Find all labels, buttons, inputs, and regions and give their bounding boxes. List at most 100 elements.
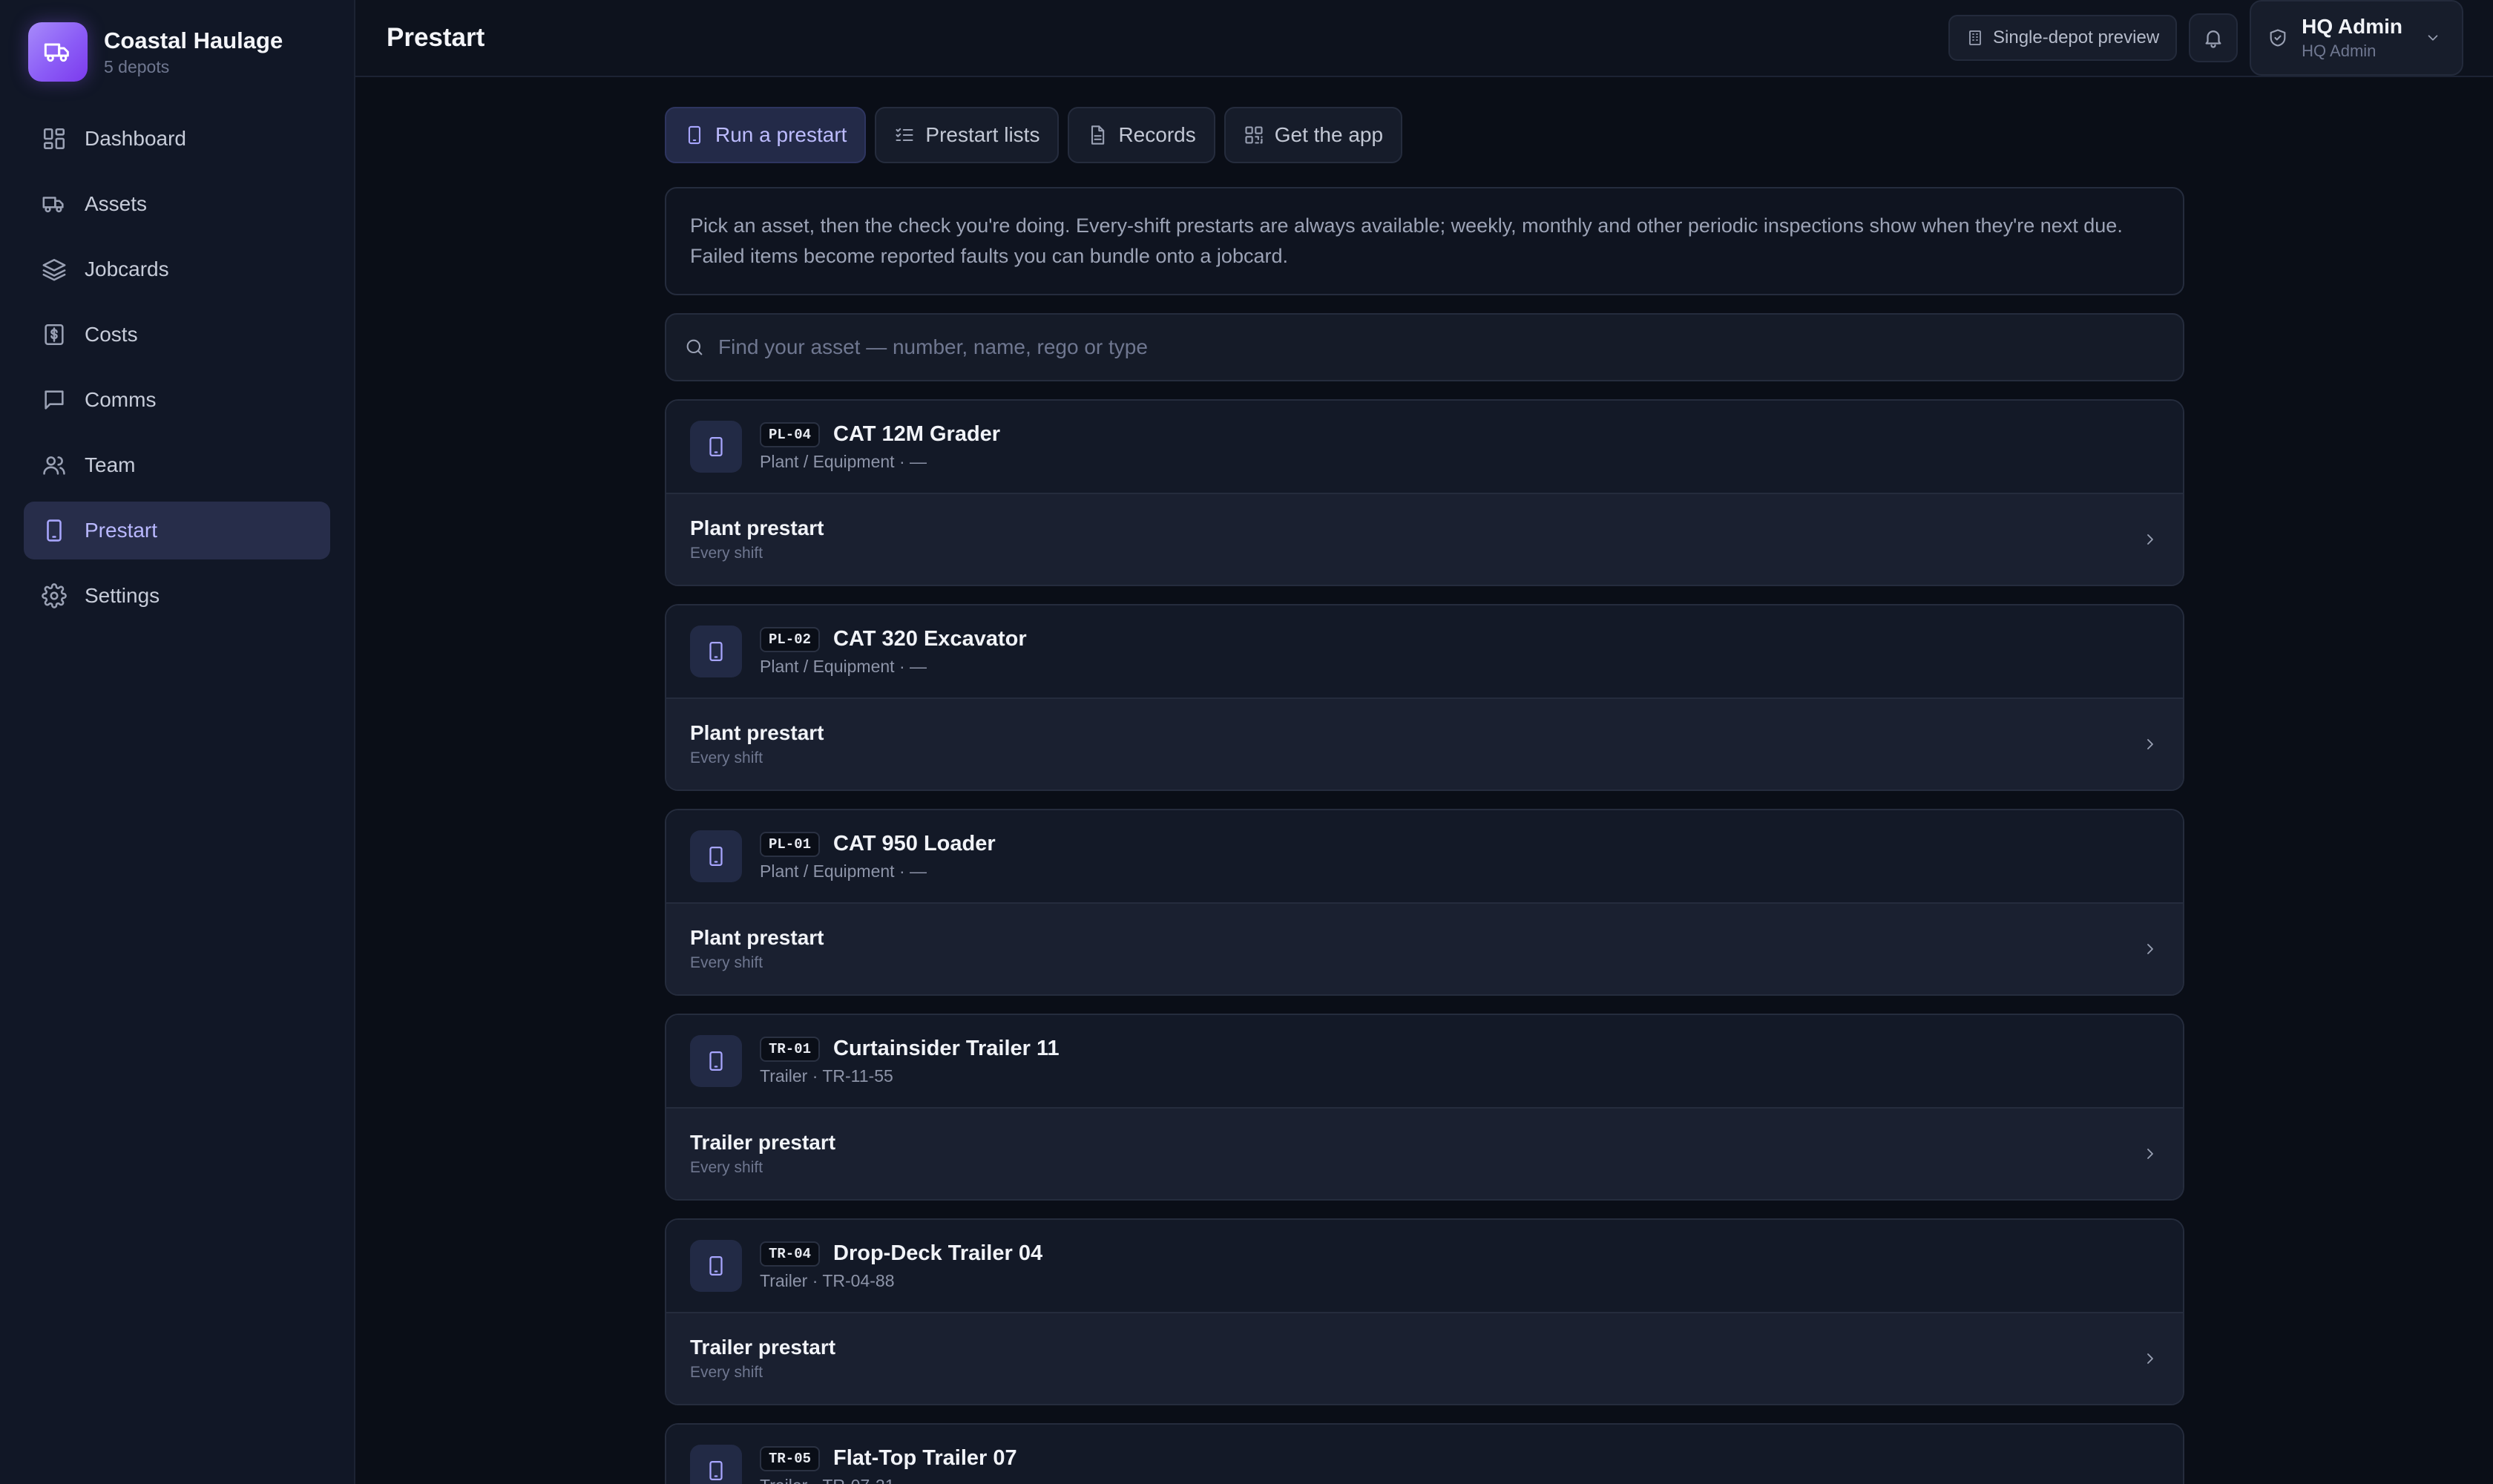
instructions-line-2: Failed items become reported faults you … bbox=[690, 245, 1288, 267]
tab-run-a-prestart[interactable]: Run a prestart bbox=[665, 107, 867, 163]
dollar-icon bbox=[45, 324, 64, 346]
sidebar-item-costs[interactable]: Costs bbox=[24, 306, 330, 364]
phone-icon bbox=[47, 519, 62, 542]
check-frequency: Every shift bbox=[690, 1364, 763, 1381]
sidebar-item-label: Costs bbox=[85, 323, 138, 346]
sidebar-nav: Dashboard Assets Jobcards Costs Comms Te… bbox=[24, 110, 330, 625]
truck-logo-icon bbox=[28, 22, 88, 82]
phone-icon bbox=[688, 125, 701, 145]
check-frequency: Every shift bbox=[690, 954, 763, 971]
check-row[interactable]: Trailer prestart Every shift bbox=[666, 1107, 2183, 1199]
tab-label: Prestart lists bbox=[925, 123, 1040, 146]
truck-icon bbox=[42, 197, 64, 213]
search-input[interactable] bbox=[718, 335, 2165, 359]
building-icon bbox=[1969, 30, 1981, 45]
bell-icon bbox=[2205, 30, 2221, 48]
asset-meta: Plant / Equipment · — bbox=[760, 861, 927, 881]
asset-meta: Plant / Equipment · — bbox=[760, 656, 927, 676]
check-name: Plant prestart bbox=[690, 721, 824, 744]
sidebar-item-label: Jobcards bbox=[85, 257, 169, 280]
company-subtitle: 5 depots bbox=[104, 57, 170, 77]
sidebar-item-assets[interactable]: Assets bbox=[24, 175, 330, 233]
company-name: Coastal Haulage bbox=[104, 27, 283, 53]
asset-card: PL-02 CAT 320 Excavator Plant / Equipmen… bbox=[665, 604, 2184, 791]
check-row[interactable]: Plant prestart Every shift bbox=[666, 697, 2183, 789]
asset-header: PL-04 CAT 12M Grader Plant / Equipment ·… bbox=[666, 401, 2183, 493]
check-row[interactable]: Plant prestart Every shift bbox=[666, 902, 2183, 994]
sidebar-item-label: Assets bbox=[85, 192, 148, 215]
asset-name: Drop-Deck Trailer 04 bbox=[833, 1241, 1043, 1265]
asset-header: PL-01 CAT 950 Loader Plant / Equipment ·… bbox=[666, 810, 2183, 902]
check-frequency: Every shift bbox=[690, 545, 763, 562]
check-row[interactable]: Plant prestart Every shift bbox=[666, 493, 2183, 585]
sidebar-item-jobcards[interactable]: Jobcards bbox=[24, 240, 330, 298]
check-name: Plant prestart bbox=[690, 516, 824, 539]
asset-code-badge: PL-01 bbox=[760, 831, 821, 857]
tab-get-the-app[interactable]: Get the app bbox=[1223, 107, 1403, 163]
asset-card: TR-01 Curtainsider Trailer 11 Trailer · … bbox=[665, 1014, 2184, 1201]
phone-icon bbox=[690, 421, 742, 473]
tab-label: Get the app bbox=[1274, 123, 1384, 146]
checklist-icon bbox=[896, 128, 913, 142]
phone-icon bbox=[690, 626, 742, 677]
qr-code-icon bbox=[1245, 126, 1263, 144]
asset-header: TR-05 Flat-Top Trailer 07 Trailer · TR-0… bbox=[666, 1425, 2183, 1484]
phone-icon bbox=[690, 1240, 742, 1292]
phone-icon bbox=[690, 1035, 742, 1087]
sidebar-item-label: Settings bbox=[85, 584, 160, 607]
asset-name: CAT 950 Loader bbox=[833, 832, 996, 856]
sidebar-item-team[interactable]: Team bbox=[24, 436, 330, 494]
asset-name: CAT 12M Grader bbox=[833, 422, 1001, 446]
sidebar-item-dashboard[interactable]: Dashboard bbox=[24, 110, 330, 168]
check-name: Trailer prestart bbox=[690, 1336, 836, 1359]
asset-code-badge: TR-04 bbox=[760, 1241, 821, 1267]
check-frequency: Every shift bbox=[690, 749, 763, 766]
phone-icon bbox=[690, 830, 742, 882]
asset-name: Curtainsider Trailer 11 bbox=[833, 1037, 1060, 1060]
gear-icon bbox=[42, 583, 67, 608]
sidebar-item-comms[interactable]: Comms bbox=[24, 371, 330, 429]
asset-list: PL-04 CAT 12M Grader Plant / Equipment ·… bbox=[665, 399, 2184, 1484]
single-depot-preview-button[interactable]: Single-depot preview bbox=[1948, 15, 2178, 61]
notifications-button[interactable] bbox=[2189, 13, 2239, 62]
user-name: HQ Admin bbox=[2302, 15, 2402, 38]
tab-prestart-lists[interactable]: Prestart lists bbox=[875, 107, 1060, 163]
preview-label: Single-depot preview bbox=[1993, 27, 2160, 47]
instructions-line-1: Pick an asset, then the check you're doi… bbox=[690, 214, 2123, 237]
check-name: Trailer prestart bbox=[690, 1131, 836, 1154]
tab-records[interactable]: Records bbox=[1068, 107, 1215, 163]
check-row[interactable]: Trailer prestart Every shift bbox=[666, 1312, 2183, 1404]
message-icon bbox=[45, 390, 64, 410]
tab-label: Run a prestart bbox=[715, 123, 847, 146]
check-name: Plant prestart bbox=[690, 926, 824, 949]
sidebar-item-prestart[interactable]: Prestart bbox=[24, 502, 330, 559]
asset-meta: Plant / Equipment · — bbox=[760, 451, 927, 471]
sidebar-item-label: Dashboard bbox=[85, 127, 186, 150]
asset-header: TR-04 Drop-Deck Trailer 04 Trailer · TR-… bbox=[666, 1220, 2183, 1312]
asset-card: PL-01 CAT 950 Loader Plant / Equipment ·… bbox=[665, 809, 2184, 996]
sidebar-item-settings[interactable]: Settings bbox=[24, 567, 330, 625]
topbar: Prestart Single-depot preview HQ Admin H… bbox=[355, 0, 2493, 77]
asset-meta: Trailer · TR-04-88 bbox=[760, 1270, 895, 1290]
chevron-right-icon bbox=[2147, 1353, 2153, 1364]
asset-name: CAT 320 Excavator bbox=[833, 627, 1027, 651]
asset-meta: Trailer · TR-07-21 bbox=[760, 1476, 1017, 1484]
sidebar: Coastal Haulage 5 depots Dashboard Asset… bbox=[0, 0, 355, 1484]
chevron-down-icon bbox=[2428, 35, 2438, 41]
brand[interactable]: Coastal Haulage 5 depots bbox=[24, 21, 330, 83]
asset-name: Flat-Top Trailer 07 bbox=[833, 1446, 1017, 1470]
check-frequency: Every shift bbox=[690, 1159, 763, 1176]
prestart-content: Run a prestart Prestart lists Records Ge… bbox=[665, 77, 2184, 1484]
phone-icon bbox=[690, 1445, 742, 1484]
asset-code-badge: PL-02 bbox=[760, 626, 821, 652]
sidebar-item-label: Prestart bbox=[85, 519, 158, 542]
search-icon bbox=[686, 339, 703, 355]
topbar-actions: Single-depot preview HQ Admin HQ Admin bbox=[1948, 0, 2463, 76]
user-menu-button[interactable]: HQ Admin HQ Admin bbox=[2250, 0, 2463, 76]
asset-code-badge: TR-01 bbox=[760, 1036, 821, 1062]
tab-label: Records bbox=[1118, 123, 1196, 146]
asset-search bbox=[665, 313, 2184, 381]
shield-check-icon bbox=[2270, 29, 2286, 47]
asset-header: PL-02 CAT 320 Excavator Plant / Equipmen… bbox=[666, 605, 2183, 697]
layers-icon bbox=[42, 258, 66, 281]
